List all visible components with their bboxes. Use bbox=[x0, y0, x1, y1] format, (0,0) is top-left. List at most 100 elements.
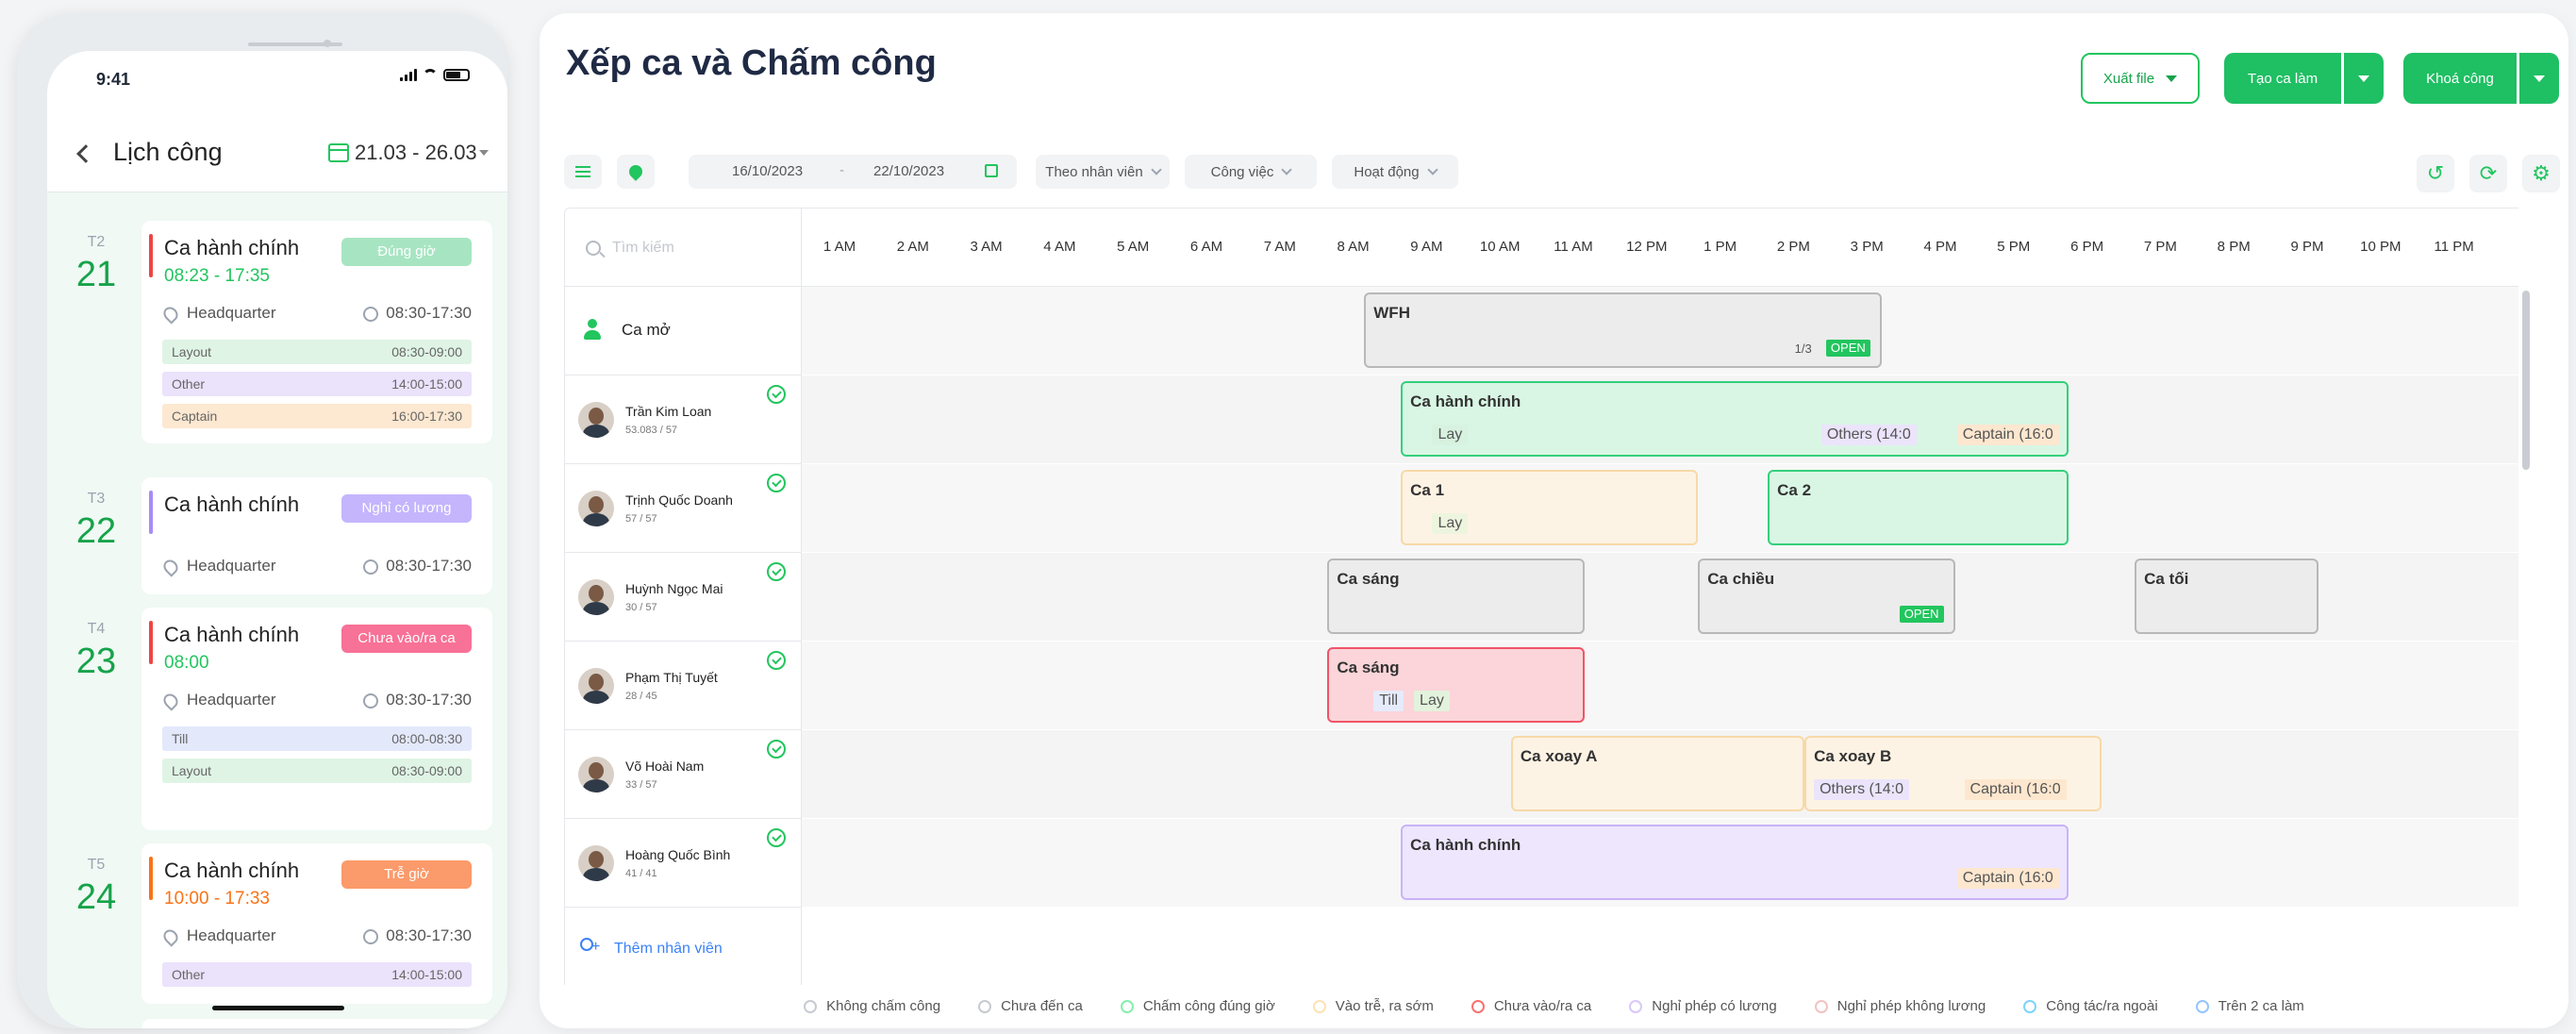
location-button[interactable] bbox=[617, 155, 655, 189]
scrollbar-thumb[interactable] bbox=[2522, 291, 2530, 470]
filter-activity[interactable]: Hoạt động bbox=[1332, 155, 1458, 189]
chevron-down-icon bbox=[1151, 164, 1162, 175]
schedule-grid: 1 AM 2 AM 3 AM 4 AM 5 AM 6 AM 7 AM 8 AM 9 AM 10 A… bbox=[564, 208, 2543, 985]
shift-block[interactable]: Ca hành chính Captain (16:0 bbox=[1401, 825, 2069, 900]
filter-button[interactable] bbox=[564, 155, 602, 189]
shift-title: Ca tối bbox=[2144, 570, 2189, 588]
calendar-icon[interactable] bbox=[328, 143, 349, 162]
shift-task-tag: Lay bbox=[1432, 425, 1469, 445]
shift-block[interactable]: Ca chiều OPEN bbox=[1698, 559, 1955, 634]
day-card[interactable]: Ca hành chínhĐúng giờ bbox=[141, 1019, 492, 1028]
shift-title: Ca sáng bbox=[1337, 570, 1400, 588]
employee-row[interactable]: Hoàng Quốc Bình 41 / 41 bbox=[565, 819, 803, 908]
hour-label: 2 PM bbox=[1776, 239, 1810, 255]
shift-title: Ca chiều bbox=[1707, 570, 1775, 588]
shift-title: Ca 2 bbox=[1777, 481, 1812, 499]
back-arrow-icon[interactable] bbox=[76, 144, 95, 163]
refresh-icon[interactable]: ⟳ bbox=[2469, 155, 2507, 192]
date-to: 22/10/2023 bbox=[873, 163, 945, 179]
shift-block[interactable]: Ca tối bbox=[2135, 559, 2318, 634]
check-circle-icon[interactable] bbox=[767, 474, 786, 492]
check-circle-icon[interactable] bbox=[767, 385, 786, 404]
shift-block[interactable]: Ca 2 bbox=[1768, 470, 2069, 545]
card-location: Headquarter bbox=[160, 303, 276, 325]
location-pin-icon bbox=[160, 556, 181, 577]
employee-row[interactable]: Trần Kim Loan 53.083 / 57 bbox=[565, 375, 803, 464]
page-title: Xếp ca và Chấm công bbox=[566, 43, 937, 83]
day-card[interactable]: Ca hành chính Nghỉ có lương Headquarter 08:… bbox=[141, 477, 492, 594]
legend-item: Nghỉ phép có lương bbox=[1629, 998, 1777, 1014]
chevron-down-icon[interactable] bbox=[479, 150, 489, 156]
card-task-item: Layout 08:30-09:00 bbox=[162, 340, 472, 364]
history-icon[interactable]: ↺ bbox=[2417, 155, 2454, 192]
card-shift-name: Ca hành chính bbox=[164, 236, 300, 259]
open-slots-ratio: 1/3 bbox=[1794, 342, 1812, 356]
card-shift-name: Ca hành chính bbox=[164, 623, 300, 646]
status-legend: Không chấm công Chưa đến ca Chấm công đúng… bbox=[540, 998, 2568, 1014]
card-location-text: Headquarter bbox=[187, 926, 276, 944]
check-circle-icon[interactable] bbox=[767, 740, 786, 759]
day-number: 24 bbox=[75, 877, 117, 917]
card-hours: 08:30-17:30 bbox=[363, 691, 472, 709]
card-location-text: Headquarter bbox=[187, 557, 276, 575]
hour-label: 1 AM bbox=[823, 239, 856, 255]
filter-by-employee[interactable]: Theo nhân viên bbox=[1036, 155, 1170, 189]
employee-score: 57 / 57 bbox=[625, 513, 657, 525]
status-bar: 9:41 bbox=[47, 51, 507, 108]
add-employee-row: Thêm nhân viên bbox=[565, 908, 803, 996]
day-number: 23 bbox=[75, 642, 117, 681]
card-location-text: Headquarter bbox=[187, 691, 276, 709]
check-circle-icon[interactable] bbox=[767, 562, 786, 581]
task-name: Other bbox=[172, 376, 206, 392]
employee-row[interactable]: Phạm Thị Tuyết 28 / 45 bbox=[565, 642, 803, 730]
legend-item: Công tác/ra ngoài bbox=[2023, 998, 2158, 1014]
hour-label: 2 AM bbox=[896, 239, 929, 255]
status-badge: Chưa vào/ra ca bbox=[341, 625, 472, 653]
hour-header: 1 AM 2 AM 3 AM 4 AM 5 AM 6 AM 7 AM 8 AM 9 AM 10 A… bbox=[802, 208, 2518, 287]
hour-label: 5 PM bbox=[1997, 239, 2031, 255]
export-button[interactable]: Xuất file bbox=[2081, 53, 2200, 104]
legend-dot bbox=[2195, 999, 2209, 1013]
legend-item: Vào trễ, ra sớm bbox=[1312, 998, 1434, 1014]
check-circle-icon[interactable] bbox=[767, 828, 786, 847]
day-row: T4 23 Ca hành chính 08:00 Chưa vào/ra ca Head… bbox=[47, 608, 507, 830]
employee-row[interactable]: Huỳnh Ngọc Mai 30 / 57 bbox=[565, 553, 803, 642]
day-card[interactable]: Ca hành chính 10:00 - 17:33 Trễ giờ Headqua… bbox=[141, 843, 492, 1004]
status-badge: Nghỉ có lương bbox=[341, 494, 472, 523]
task-name: Captain bbox=[172, 409, 218, 424]
shift-block[interactable]: Ca xoay B Others (14:0 Captain (16:0 bbox=[1804, 736, 2102, 811]
shift-task-tag: Lay bbox=[1432, 513, 1469, 534]
shift-block[interactable]: Ca xoay A bbox=[1510, 736, 1805, 811]
location-pin-icon bbox=[160, 690, 181, 711]
day-list: T2 21 Ca hành chính 08:23 - 17:35 Đúng giờ He… bbox=[47, 192, 507, 1028]
lock-timesheet-button[interactable]: Khoá công bbox=[2403, 53, 2517, 104]
vertical-scrollbar[interactable] bbox=[2520, 287, 2534, 985]
create-shift-dropdown[interactable] bbox=[2344, 53, 2384, 104]
shift-task-tag: Others (14:0 bbox=[1820, 425, 1917, 445]
day-card[interactable]: Ca hành chính 08:00 Chưa vào/ra ca Headquar… bbox=[141, 608, 492, 830]
add-employee-button[interactable]: Thêm nhân viên bbox=[578, 938, 723, 960]
shift-block[interactable]: Ca sáng bbox=[1327, 559, 1585, 634]
shift-block[interactable]: Ca 1 Lay bbox=[1401, 470, 1699, 545]
shift-block[interactable]: Ca hành chính Lay Others (14:0 Captain (16:… bbox=[1401, 381, 2069, 457]
filter-job[interactable]: Công việc bbox=[1185, 155, 1317, 189]
date-range-input[interactable]: 16/10/2023 - 22/10/2023 bbox=[689, 155, 1017, 189]
card-checkin-time: 10:00 - 17:33 bbox=[164, 889, 270, 909]
settings-gear-icon[interactable]: ⚙ bbox=[2522, 155, 2560, 192]
battery-icon bbox=[443, 68, 470, 81]
date-from: 16/10/2023 bbox=[732, 163, 804, 179]
check-circle-icon[interactable] bbox=[767, 651, 786, 670]
lock-dropdown[interactable] bbox=[2519, 53, 2559, 104]
card-task-item: Other 14:00-15:00 bbox=[162, 372, 472, 396]
home-indicator bbox=[212, 1006, 344, 1010]
shift-block[interactable]: Ca sáng Till Lay bbox=[1327, 647, 1585, 723]
search-input[interactable] bbox=[612, 235, 782, 261]
employee-row[interactable]: Trịnh Quốc Doanh 57 / 57 bbox=[565, 464, 803, 553]
create-shift-button[interactable]: Tạo ca làm bbox=[2224, 53, 2341, 104]
date-range-picker[interactable]: 21.03 - 26.03 bbox=[355, 141, 477, 165]
day-card[interactable]: Ca hành chính 08:23 - 17:35 Đúng giờ Headqu… bbox=[141, 221, 492, 443]
shift-timeline: WFH 1/3 OPEN Ca hành chính Lay Others (14:0 Ca… bbox=[802, 287, 2518, 985]
shift-block[interactable]: WFH 1/3 OPEN bbox=[1364, 292, 1882, 368]
employee-row[interactable]: Võ Hoài Nam 33 / 57 bbox=[565, 730, 803, 819]
legend-label: Trên 2 ca làm bbox=[2218, 998, 2304, 1014]
